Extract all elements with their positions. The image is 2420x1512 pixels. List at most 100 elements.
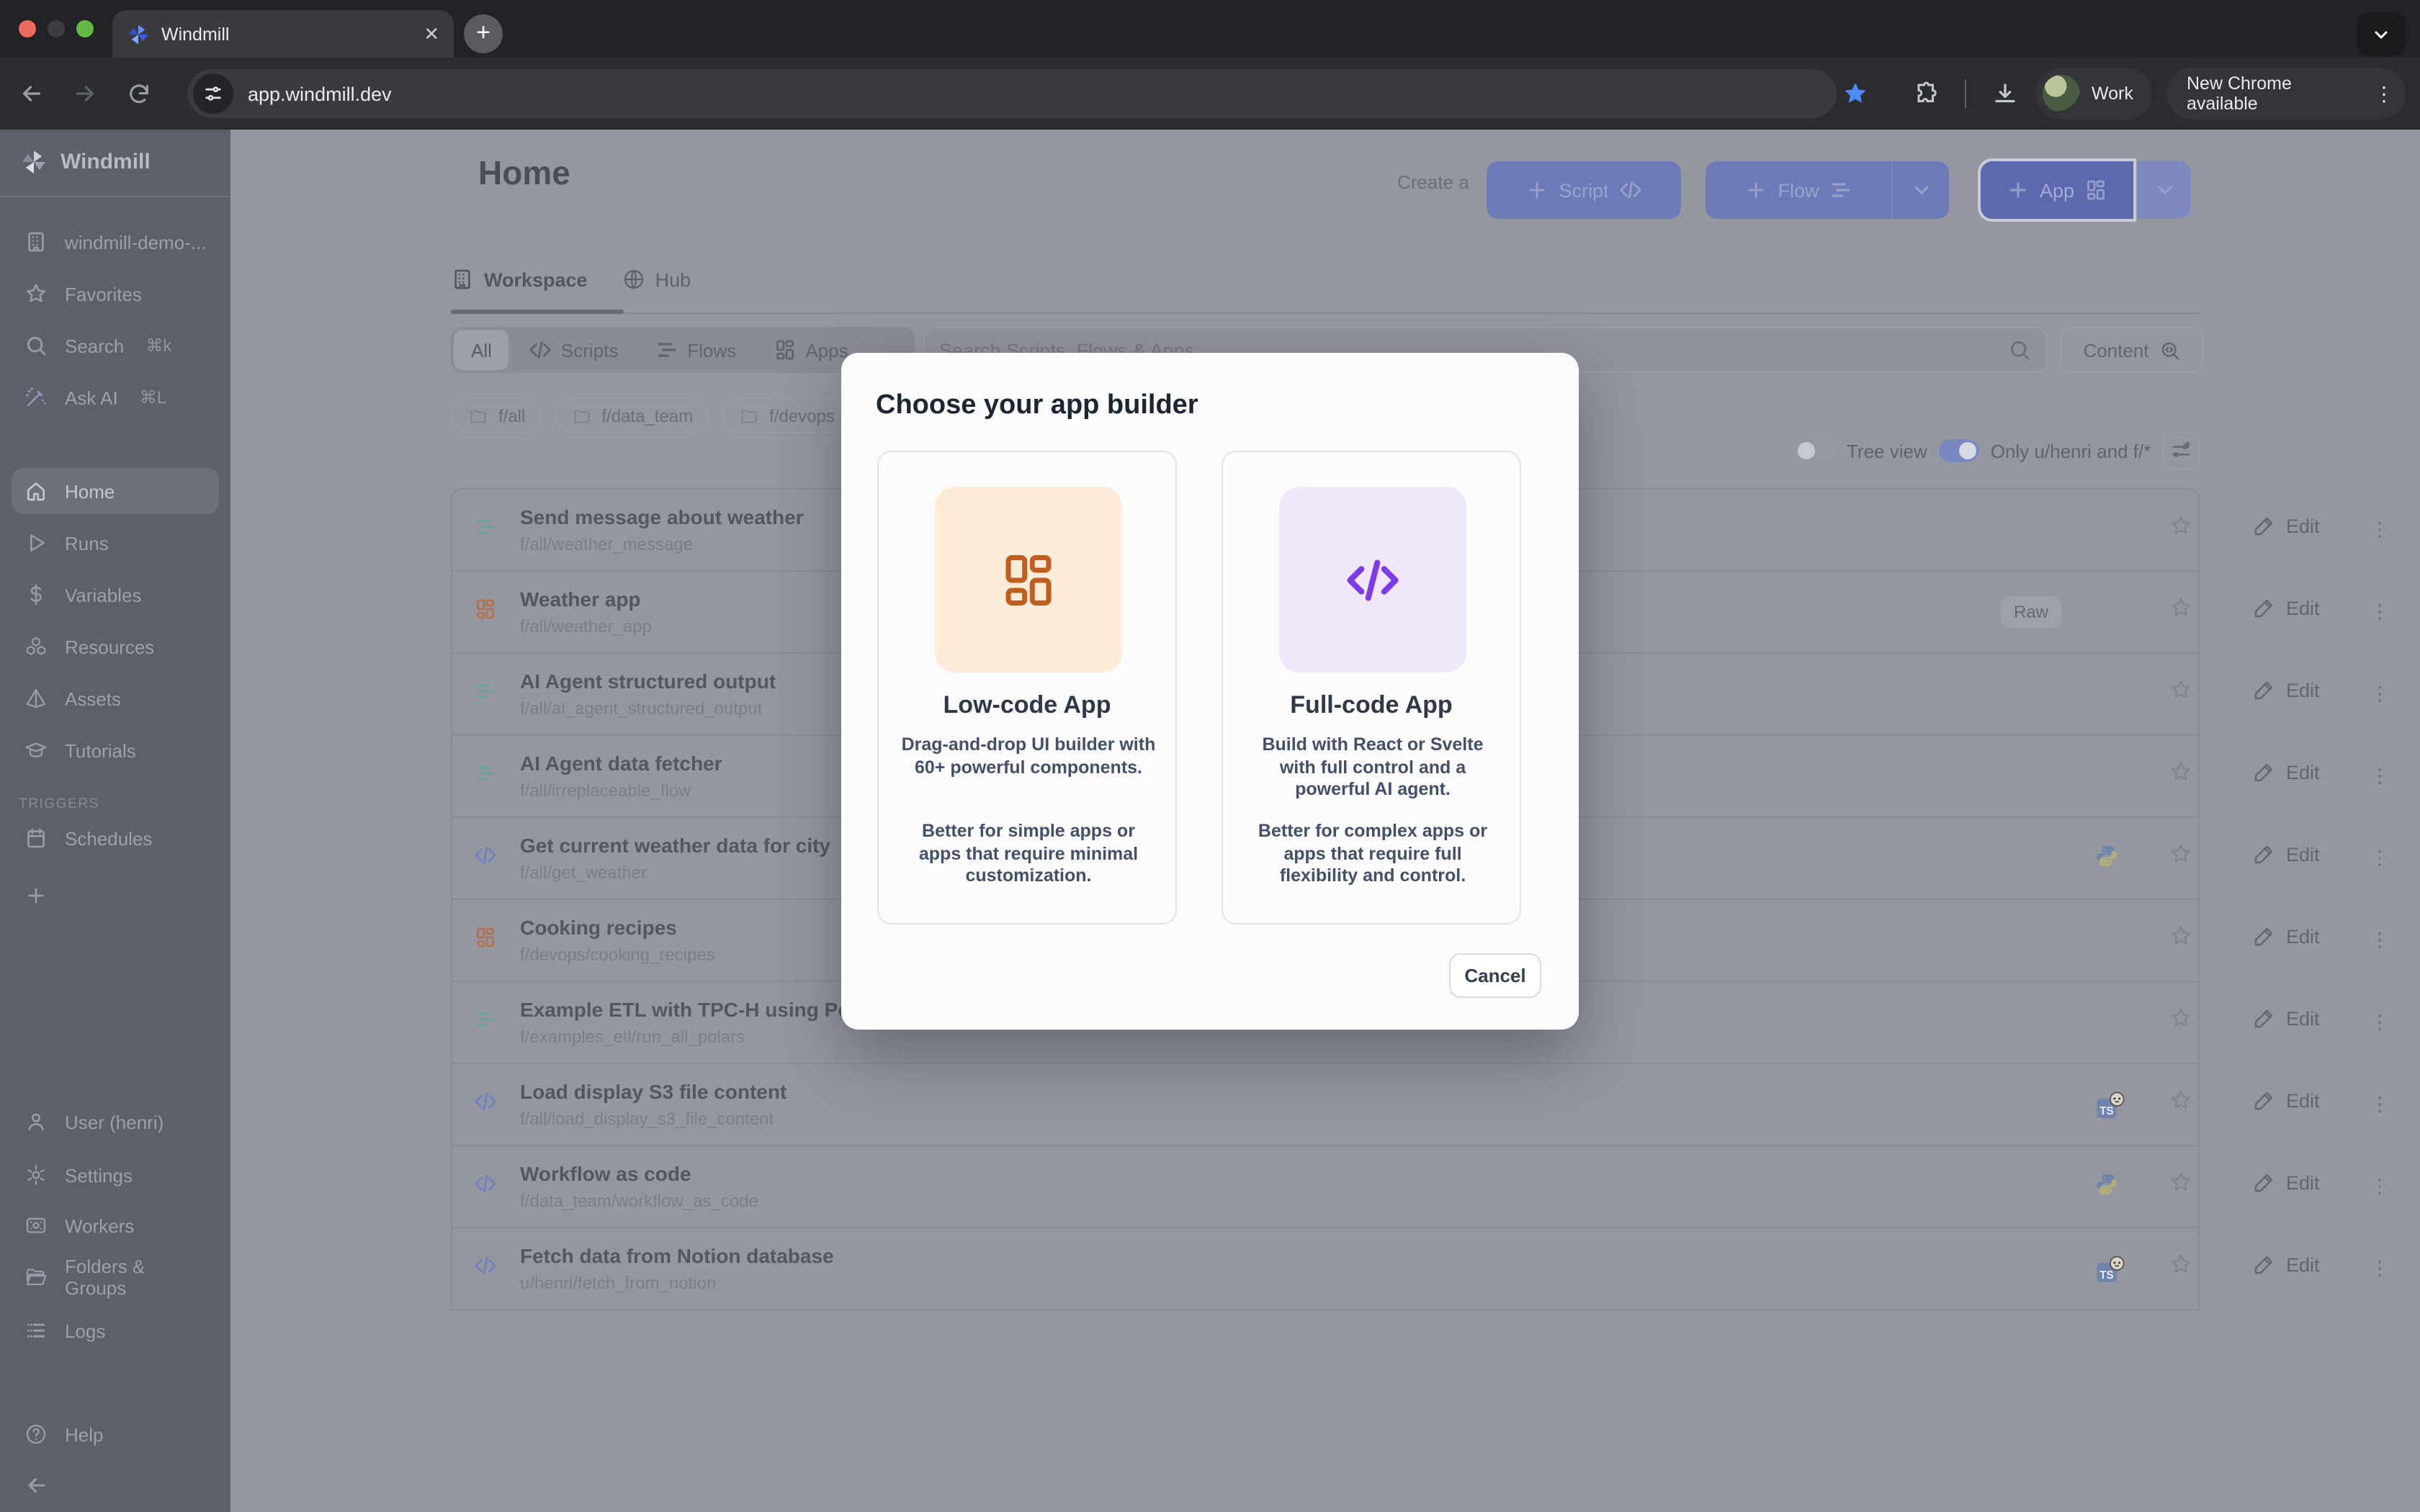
sidebar-item-logs[interactable]: Logs: [12, 1308, 219, 1354]
download-icon[interactable]: [1988, 76, 2022, 111]
edit-button[interactable]: Edit: [2253, 1253, 2320, 1276]
cancel-button[interactable]: Cancel: [1449, 953, 1541, 998]
table-row[interactable]: Load display S3 file content f/all/load_…: [452, 1064, 2198, 1146]
row-menu-icon[interactable]: [2365, 1089, 2394, 1120]
edit-button[interactable]: Edit: [2253, 678, 2320, 701]
sidebar-item-windmill-demo[interactable]: windmill-demo-...: [12, 219, 219, 265]
sidebar-item-tutorials[interactable]: Tutorials: [12, 727, 219, 773]
row-menu-icon[interactable]: [2365, 1007, 2394, 1038]
sidebar: Windmill windmill-demo-... Favorites Sea…: [0, 130, 230, 1512]
segment-flows[interactable]: Flows: [638, 330, 753, 370]
sidebar-item-runs[interactable]: Runs: [12, 520, 219, 566]
create-app-button[interactable]: App: [1981, 161, 2133, 219]
plus-icon: [2007, 179, 2030, 202]
edit-button[interactable]: Edit: [2253, 924, 2320, 948]
create-flow-button[interactable]: Flow: [1706, 161, 1891, 219]
row-menu-icon[interactable]: [2365, 1171, 2394, 1202]
create-flow-dropdown[interactable]: [1891, 161, 1949, 219]
create-app-dropdown[interactable]: [2138, 161, 2191, 219]
favorite-star-icon[interactable]: [2169, 514, 2201, 546]
favorite-star-icon[interactable]: [2169, 924, 2201, 956]
windmill-brand[interactable]: Windmill: [20, 148, 151, 176]
window-controls[interactable]: [19, 20, 94, 37]
bookmark-star-icon[interactable]: [1838, 76, 1873, 111]
edit-button[interactable]: Edit: [2253, 1007, 2320, 1030]
url-bar[interactable]: app.windmill.dev: [187, 69, 1837, 118]
sidebar-item-home[interactable]: Home: [12, 468, 219, 514]
sidebar-item-ask-ai[interactable]: Ask AI ⌘L: [12, 374, 219, 420]
table-row[interactable]: Fetch data from Notion database u/henri/…: [452, 1228, 2198, 1310]
close-window-button[interactable]: [19, 20, 36, 37]
favorite-star-icon[interactable]: [2169, 596, 2201, 628]
favorite-star-icon[interactable]: [2169, 1007, 2201, 1038]
table-row[interactable]: Workflow as code f/data_team/workflow_as…: [452, 1146, 2198, 1228]
tab-workspace[interactable]: Workspace: [451, 268, 588, 291]
back-icon[interactable]: [14, 76, 49, 111]
favorite-star-icon[interactable]: [2169, 1171, 2201, 1202]
edit-button[interactable]: Edit: [2253, 514, 2320, 537]
filter-chip-f-all[interactable]: f/all: [451, 397, 541, 433]
tab-close-icon[interactable]: ✕: [424, 22, 439, 45]
filter-chip-f-devops[interactable]: f/devops: [722, 397, 851, 433]
edit-button[interactable]: Edit: [2253, 842, 2320, 865]
reload-icon[interactable]: [121, 76, 156, 111]
maximize-window-button[interactable]: [76, 20, 94, 37]
sidebar-item-folders-groups[interactable]: Folders & Groups: [12, 1254, 219, 1300]
filter-settings-button[interactable]: [2162, 432, 2200, 469]
site-info-icon[interactable]: [193, 73, 233, 114]
edit-button[interactable]: Edit: [2253, 1171, 2320, 1194]
tab-search-chevron-icon[interactable]: [2357, 12, 2406, 56]
sidebar-add-trigger-button[interactable]: [12, 873, 219, 919]
edit-button[interactable]: Edit: [2253, 1089, 2320, 1112]
sidebar-collapse-button[interactable]: [12, 1462, 219, 1508]
sidebar-item-help[interactable]: Help: [12, 1411, 219, 1457]
row-menu-icon[interactable]: [2365, 842, 2394, 874]
sidebar-item-search[interactable]: Search ⌘k: [12, 323, 219, 369]
create-script-button[interactable]: Script: [1487, 161, 1681, 219]
card-full-code-app[interactable]: Full-code App Build with React or Svelte…: [1222, 451, 1521, 924]
segment-all[interactable]: All: [454, 330, 509, 370]
profile-chip[interactable]: Work: [2035, 68, 2152, 120]
favorite-star-icon[interactable]: [2169, 760, 2201, 792]
new-tab-button[interactable]: +: [464, 14, 503, 53]
favorite-star-icon[interactable]: [2169, 1089, 2201, 1120]
sidebar-item-settings[interactable]: Settings: [12, 1152, 219, 1198]
sidebar-item-assets[interactable]: Assets: [12, 675, 219, 721]
sidebar-item-variables[interactable]: Variables: [12, 572, 219, 618]
forward-icon[interactable]: [68, 76, 102, 111]
sidebar-item-resources[interactable]: Resources: [12, 624, 219, 670]
row-menu-icon[interactable]: [2365, 924, 2394, 956]
favorite-star-icon[interactable]: [2169, 842, 2201, 874]
toolbar-divider: [1965, 79, 1966, 108]
row-menu-icon[interactable]: [2365, 596, 2394, 628]
kebab-menu-icon[interactable]: ⋮: [2374, 81, 2394, 106]
row-menu-icon[interactable]: [2365, 1253, 2394, 1284]
edit-label: Edit: [2286, 679, 2320, 701]
content-search-button[interactable]: Content: [2060, 327, 2204, 373]
script-type-icon: [474, 844, 503, 873]
app-builder-modal: Choose your app builder Low-code App Dra…: [841, 353, 1579, 1030]
favorite-star-icon[interactable]: [2169, 678, 2201, 710]
tab-hub[interactable]: Hub: [622, 268, 691, 291]
chrome-update-button[interactable]: New Chrome available ⋮: [2166, 68, 2406, 120]
row-menu-icon[interactable]: [2365, 760, 2394, 792]
row-menu-icon[interactable]: [2365, 514, 2394, 546]
sidebar-item-workers[interactable]: Workers: [12, 1202, 219, 1248]
row-menu-icon[interactable]: [2365, 678, 2394, 710]
segment-scripts[interactable]: Scripts: [512, 330, 635, 370]
browser-tab[interactable]: Windmill ✕: [112, 10, 454, 58]
sidebar-item-favorites[interactable]: Favorites: [12, 271, 219, 317]
minimize-window-button[interactable]: [48, 20, 65, 37]
edit-button[interactable]: Edit: [2253, 760, 2320, 783]
edit-button[interactable]: Edit: [2253, 596, 2320, 619]
card-low-code-app[interactable]: Low-code App Drag-and-drop UI builder wi…: [877, 451, 1177, 924]
toggle-only-u-henri-and-f-[interactable]: [1939, 439, 1979, 462]
sidebar-item-user-henri[interactable]: User (henri): [12, 1099, 219, 1145]
card-icon-tile: [935, 487, 1122, 672]
favorite-star-icon[interactable]: [2169, 1253, 2201, 1284]
extensions-puzzle-icon[interactable]: [1910, 76, 1945, 111]
toggle-tree-view[interactable]: [1795, 439, 1835, 462]
filter-chip-f-data-team[interactable]: f/data_team: [554, 397, 709, 433]
sidebar-item-schedules[interactable]: Schedules: [12, 815, 219, 861]
dashboard-icon: [998, 549, 1059, 610]
